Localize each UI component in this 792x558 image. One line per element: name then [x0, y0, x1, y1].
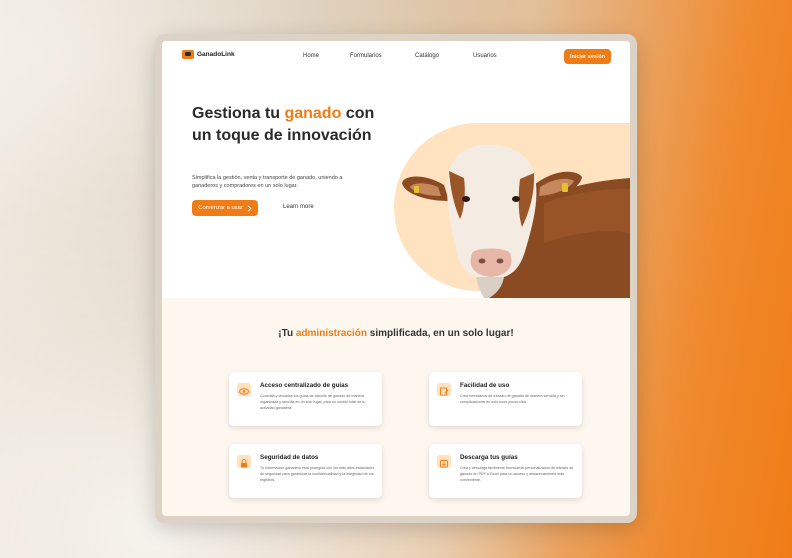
- truck-logo-icon: [182, 50, 194, 59]
- feature-card-download: Descarga tus guías Crea y descarga fácil…: [429, 444, 582, 498]
- learn-more-link[interactable]: Learn more: [283, 204, 314, 210]
- features-title-part2: simplificada, en un solo lugar!: [367, 328, 514, 339]
- feature-card-description: Crea y descarga fácilmente formularios p…: [460, 466, 574, 482]
- feature-card-title: Descarga tus guías: [460, 454, 518, 461]
- login-button[interactable]: Iniciar sesión: [564, 49, 611, 64]
- start-button[interactable]: Comenzar a usar: [192, 200, 258, 216]
- hero-title-part1: Gestiona tu: [192, 105, 285, 122]
- feature-card-ease: Facilidad de uso Crea formularios de trá…: [429, 372, 582, 426]
- hero-description: Simplifica la gestión, venta y transport…: [192, 175, 343, 189]
- edit-form-icon: [437, 383, 451, 396]
- start-button-label: Comenzar a usar: [198, 205, 243, 211]
- feature-card-description: Crea formularios de tránsito de ganado d…: [460, 394, 565, 404]
- feature-card-description: Consulta y visualiza tus guías de tránsi…: [260, 394, 366, 410]
- chevron-right-icon: [247, 204, 252, 212]
- lock-icon: [237, 455, 251, 468]
- landing-page: GanadoLink Home Formularios Catálogo Usu…: [162, 41, 630, 516]
- features-title: ¡Tu administración simplificada, en un s…: [162, 328, 630, 339]
- hero-title: Gestiona tu ganado con un toque de innov…: [192, 103, 392, 147]
- hero-title-accent: ganado: [284, 105, 342, 122]
- features-title-part1: ¡Tu: [278, 328, 296, 339]
- download-icon: [437, 455, 451, 468]
- feature-card-title: Acceso centralizado de guías: [260, 382, 349, 389]
- feature-card-title: Facilidad de uso: [460, 382, 510, 389]
- eye-icon: [237, 383, 251, 396]
- cow-image: [394, 123, 630, 298]
- nav-link-catalogo[interactable]: Catálogo: [415, 53, 439, 59]
- brand-logo[interactable]: GanadoLink: [182, 50, 235, 59]
- navbar: GanadoLink Home Formularios Catálogo Usu…: [162, 41, 630, 71]
- feature-card-title: Seguridad de datos: [260, 454, 319, 461]
- feature-card-security: Seguridad de datos Tu información ganade…: [229, 444, 382, 498]
- brand-name: GanadoLink: [197, 51, 235, 58]
- feature-card-description: Tu información ganadera está protegida c…: [260, 466, 375, 482]
- features-title-accent: administración: [295, 328, 368, 339]
- feature-card-access: Acceso centralizado de guías Consulta y …: [229, 372, 382, 426]
- nav-link-formularios[interactable]: Formularios: [350, 53, 382, 59]
- nav-link-home[interactable]: Home: [303, 53, 319, 59]
- nav-link-usuarios[interactable]: Usuarios: [473, 53, 497, 59]
